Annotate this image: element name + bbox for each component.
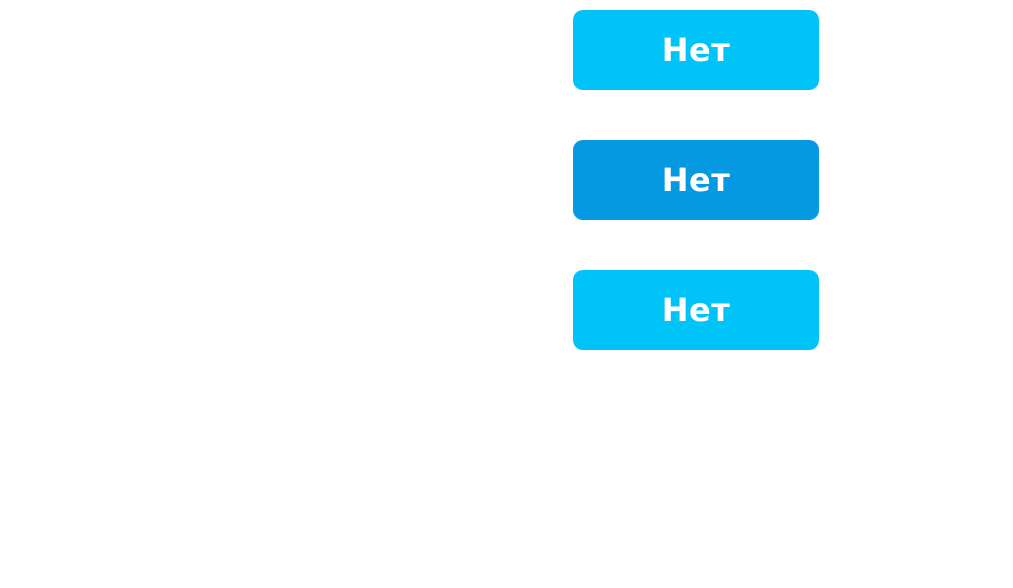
no-button[interactable]: Нет <box>573 10 819 90</box>
no-button-hover[interactable]: Нет <box>573 140 819 220</box>
no-button[interactable]: Нет <box>573 270 819 350</box>
canvas: Нет Нет Нет <box>0 0 1013 588</box>
